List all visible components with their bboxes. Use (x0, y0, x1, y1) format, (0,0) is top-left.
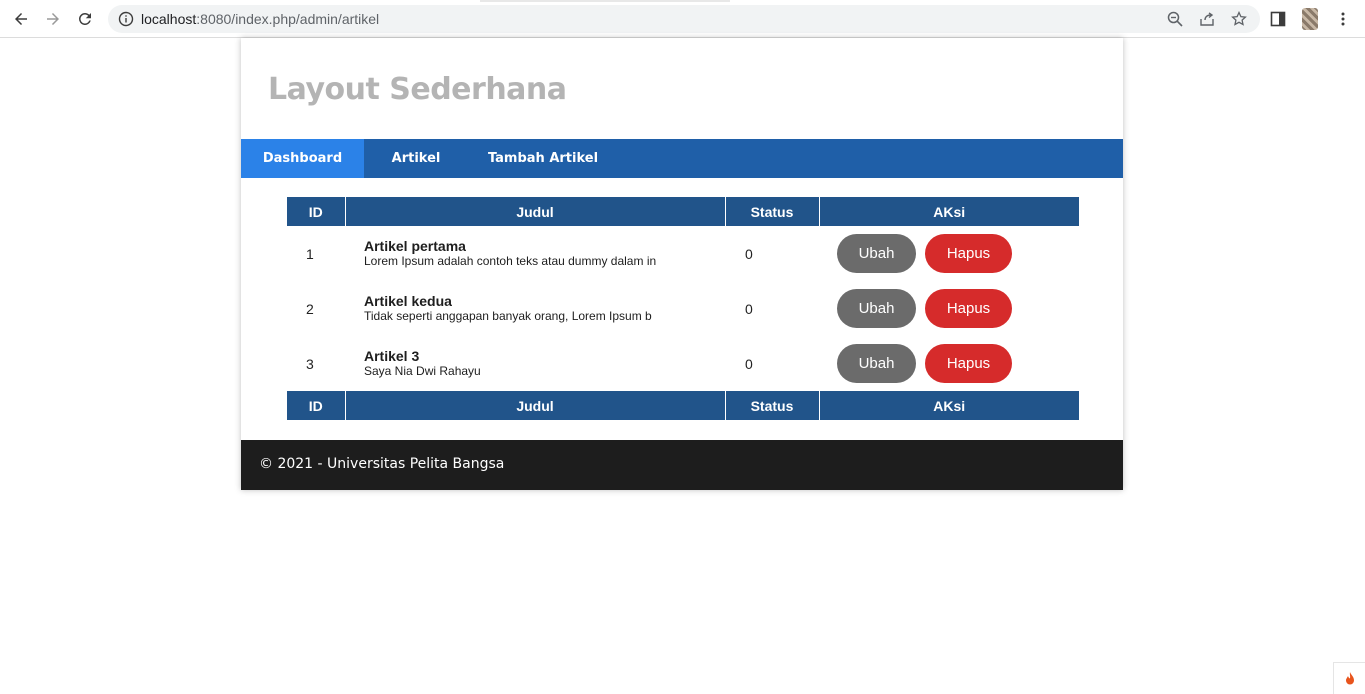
row-status: 0 (745, 300, 753, 317)
header-aksi: AKsi (818, 197, 1079, 226)
row-status: 0 (745, 355, 753, 372)
footer-judul: Judul (344, 391, 725, 420)
delete-button[interactable]: Hapus (925, 289, 1012, 328)
flame-icon (1345, 671, 1354, 684)
row-judul: Artikel 3 Saya Nia Dwi Rahayu (345, 336, 725, 391)
table-row: 3 Artikel 3 Saya Nia Dwi Rahayu 0 Ubah Ha… (287, 336, 1079, 391)
nav-item-artikel[interactable]: Artikel (376, 139, 456, 178)
kebab-menu-icon (1341, 12, 1345, 26)
info-icon[interactable] (118, 11, 134, 27)
star-icon (1231, 10, 1247, 26)
arrow-right-icon (47, 13, 59, 25)
url-text[interactable]: localhost:8080/index.php/admin/artikel (141, 11, 379, 27)
nav-item-dashboard[interactable]: Dashboard (241, 139, 364, 178)
article-title: Artikel kedua (364, 293, 452, 309)
menu-button[interactable] (1333, 9, 1353, 29)
article-title: Artikel pertama (364, 238, 466, 254)
article-excerpt: Tidak seperti anggapan banyak orang, Lor… (364, 309, 652, 323)
zoom-out-icon (1167, 11, 1183, 27)
row-status: 0 (745, 245, 753, 262)
arrow-left-icon (15, 13, 27, 25)
table-row: 1 Artikel pertama Lorem Ipsum adalah con… (287, 226, 1079, 281)
row-actions: Ubah Hapus (819, 226, 1079, 281)
header-id: ID (287, 197, 345, 226)
forward-button[interactable] (41, 7, 65, 31)
delete-button[interactable]: Hapus (925, 234, 1012, 273)
nav-item-tambah-artikel[interactable]: Tambah Artikel (484, 139, 602, 178)
row-id: 3 (306, 355, 314, 372)
address-bar[interactable]: localhost:8080/index.php/admin/artikel (108, 5, 1260, 33)
profile-avatar[interactable] (1302, 8, 1318, 30)
tab-strip-edge (480, 0, 730, 2)
row-id: 2 (306, 300, 314, 317)
row-actions: Ubah Hapus (819, 336, 1079, 391)
article-table: ID Judul Status AKsi 1 Artikel pertama L… (287, 197, 1079, 420)
reload-button[interactable] (73, 7, 97, 31)
bookmark-button[interactable] (1231, 10, 1247, 27)
header-judul: Judul (344, 197, 725, 226)
site-title: Layout Sederhana (268, 72, 567, 107)
edit-button[interactable]: Ubah (837, 289, 916, 328)
edit-button[interactable]: Ubah (837, 344, 916, 383)
devtools-widget[interactable] (1333, 662, 1365, 694)
reload-icon (78, 12, 91, 25)
main-nav: Dashboard Artikel Tambah Artikel (241, 139, 1123, 178)
table-footer-row: ID Judul Status AKsi (287, 391, 1079, 420)
share-button[interactable] (1199, 11, 1215, 27)
row-actions: Ubah Hapus (819, 281, 1079, 336)
article-excerpt: Lorem Ipsum adalah contoh teks atau dumm… (364, 254, 657, 268)
row-id: 1 (306, 245, 314, 262)
footer-id: ID (287, 391, 345, 420)
article-title: Artikel 3 (364, 348, 420, 364)
table-header-row: ID Judul Status AKsi (287, 197, 1079, 226)
side-panel-button[interactable] (1268, 9, 1288, 29)
share-icon (1200, 12, 1214, 26)
row-judul: Artikel pertama Lorem Ipsum adalah conto… (345, 226, 725, 281)
table-row: 2 Artikel kedua Tidak seperti anggapan b… (287, 281, 1079, 336)
edit-button[interactable]: Ubah (837, 234, 916, 273)
delete-button[interactable]: Hapus (925, 344, 1012, 383)
browser-toolbar: localhost:8080/index.php/admin/artikel (0, 0, 1365, 38)
article-excerpt: Saya Nia Dwi Rahayu (364, 364, 481, 378)
url-path: :8080/index.php/admin/artikel (196, 11, 380, 27)
article-table-wrap: ID Judul Status AKsi 1 Artikel pertama L… (287, 197, 1079, 420)
header-status: Status (724, 197, 819, 226)
site-footer: © 2021 - Universitas Pelita Bangsa (241, 440, 1123, 490)
row-judul: Artikel kedua Tidak seperti anggapan ban… (345, 281, 725, 336)
footer-aksi: AKsi (818, 391, 1079, 420)
site-header: Layout Sederhana (241, 38, 1123, 139)
zoom-button[interactable] (1167, 11, 1183, 27)
footer-status: Status (724, 391, 819, 420)
side-panel-icon (1270, 11, 1286, 27)
url-host: localhost (141, 11, 197, 27)
page-container: Layout Sederhana Dashboard Artikel Tamba… (241, 38, 1123, 490)
footer-copyright: © 2021 - Universitas Pelita Bangsa (259, 456, 505, 472)
back-button[interactable] (9, 7, 33, 31)
